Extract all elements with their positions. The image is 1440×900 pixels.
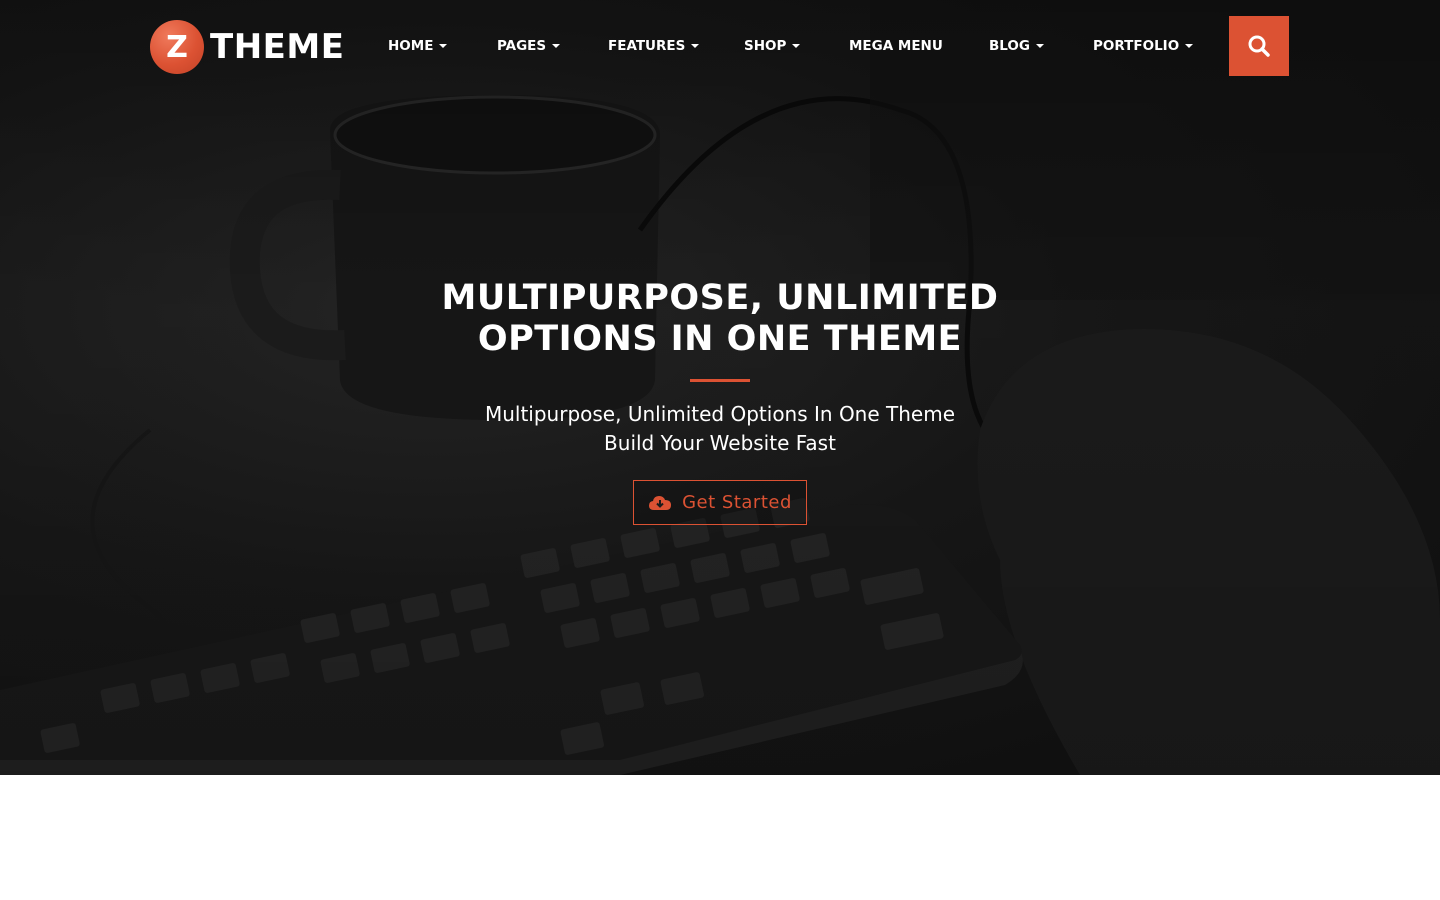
hero-subtitle-line: Multipurpose, Unlimited Options In One T… [484, 402, 956, 426]
hero-section: Z THEME HOME PAGES FEATURES SHOP MEGA ME… [0, 0, 1440, 775]
get-started-label: Get Started [682, 492, 792, 513]
search-icon [1248, 35, 1270, 57]
nav-item-label: HOME [388, 38, 434, 54]
hero-title-line: MULTIPURPOSE, UNLIMITED [441, 278, 999, 318]
nav-item-shop[interactable]: SHOP [744, 36, 801, 56]
get-started-button[interactable]: Get Started [633, 480, 807, 525]
chevron-down-icon [792, 44, 801, 48]
nav-item-portfolio[interactable]: PORTFOLIO [1093, 36, 1194, 56]
nav-item-label: PORTFOLIO [1093, 38, 1180, 54]
chevron-down-icon [691, 44, 700, 48]
nav-item-features[interactable]: FEATURES [608, 36, 700, 56]
search-button[interactable] [1229, 16, 1289, 76]
chevron-down-icon [1185, 44, 1194, 48]
hero-divider [690, 379, 750, 382]
hero-title-line: OPTIONS IN ONE THEME [477, 319, 963, 359]
chevron-down-icon [439, 44, 448, 48]
nav-item-pages[interactable]: PAGES [497, 36, 561, 56]
nav-item-label: PAGES [497, 38, 547, 54]
chevron-down-icon [1035, 44, 1044, 48]
nav-item-label: FEATURES [608, 38, 686, 54]
nav-item-label: SHOP [744, 38, 787, 54]
site-logo[interactable]: Z THEME [150, 20, 344, 74]
cloud-download-icon [648, 494, 672, 512]
chevron-down-icon [552, 44, 561, 48]
hero-subtitle-line: Build Your Website Fast [604, 431, 836, 455]
hero-subtitle: Multipurpose, Unlimited Options In One T… [320, 400, 1120, 458]
logo-text: THEME [210, 27, 345, 67]
nav-item-home[interactable]: HOME [388, 36, 448, 56]
nav-item-label: BLOG [989, 38, 1030, 54]
nav-item-label: MEGA MENU [849, 38, 943, 54]
nav-item-blog[interactable]: BLOG [989, 36, 1044, 56]
logo-badge: Z [150, 20, 204, 74]
hero-title: MULTIPURPOSE, UNLIMITED OPTIONS IN ONE T… [320, 278, 1120, 360]
hero-content: MULTIPURPOSE, UNLIMITED OPTIONS IN ONE T… [320, 278, 1120, 458]
nav-item-mega-menu[interactable]: MEGA MENU [849, 36, 943, 56]
